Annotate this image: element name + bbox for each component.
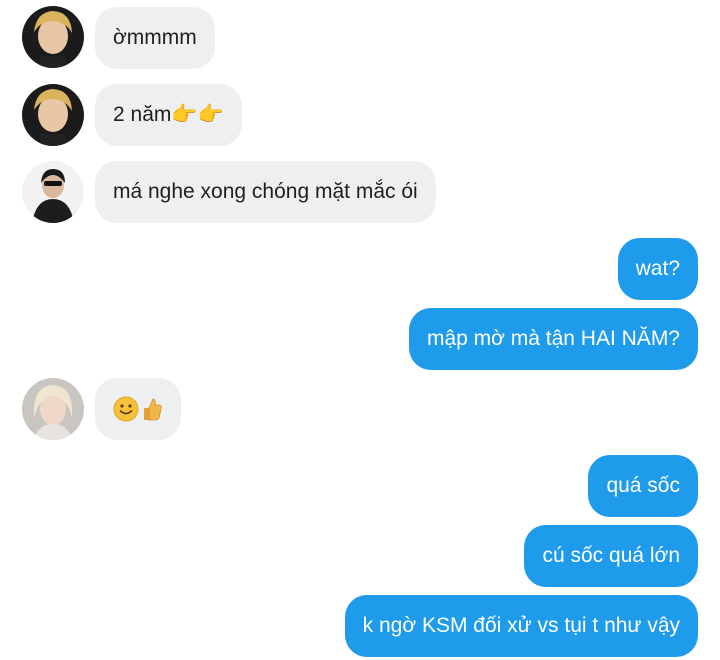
contact-avatar[interactable] <box>22 378 84 440</box>
message-text: mập mờ mà tận HAI NĂM? <box>426 327 680 350</box>
slightly-smiling-face-icon <box>113 396 139 422</box>
contact-avatar[interactable] <box>22 161 84 223</box>
message-text: quá sốc <box>606 474 680 497</box>
thumbs-up-icon <box>144 398 162 421</box>
message-bubble[interactable]: 2 năm👉👉 <box>95 84 242 146</box>
message-bubble-outgoing[interactable]: mập mờ mà tận HAI NĂM? <box>408 308 698 370</box>
message-bubble-outgoing[interactable]: quá sốc <box>588 455 698 517</box>
contact-avatar[interactable] <box>22 6 84 68</box>
message-text: cú sốc quá lớn <box>542 544 680 567</box>
message-bubble[interactable] <box>95 378 181 440</box>
chat-thread: ờmmmm 2 năm👉👉 má nghe xong chóng mặt mắc… <box>0 0 720 660</box>
message-text: wat? <box>635 257 680 280</box>
message-bubble[interactable]: má nghe xong chóng mặt mắc ói <box>95 161 436 223</box>
contact-avatar[interactable] <box>22 84 84 146</box>
message-bubble-outgoing[interactable]: cú sốc quá lớn <box>524 525 698 587</box>
message-bubble-outgoing[interactable]: k ngờ KSM đối xử vs tụi t như vậy <box>344 595 698 657</box>
emoji-message <box>113 378 163 440</box>
pointing-right-emoji: 👉👉 <box>171 103 224 126</box>
message-text: 2 năm <box>113 103 172 126</box>
message-bubble[interactable]: ờmmmm <box>95 7 215 69</box>
message-text: k ngờ KSM đối xử vs tụi t như vậy <box>362 614 680 637</box>
message-text: má nghe xong chóng mặt mắc ói <box>113 180 418 203</box>
message-bubble-outgoing[interactable]: wat? <box>617 238 698 300</box>
message-text: ờmmmm <box>113 26 197 49</box>
